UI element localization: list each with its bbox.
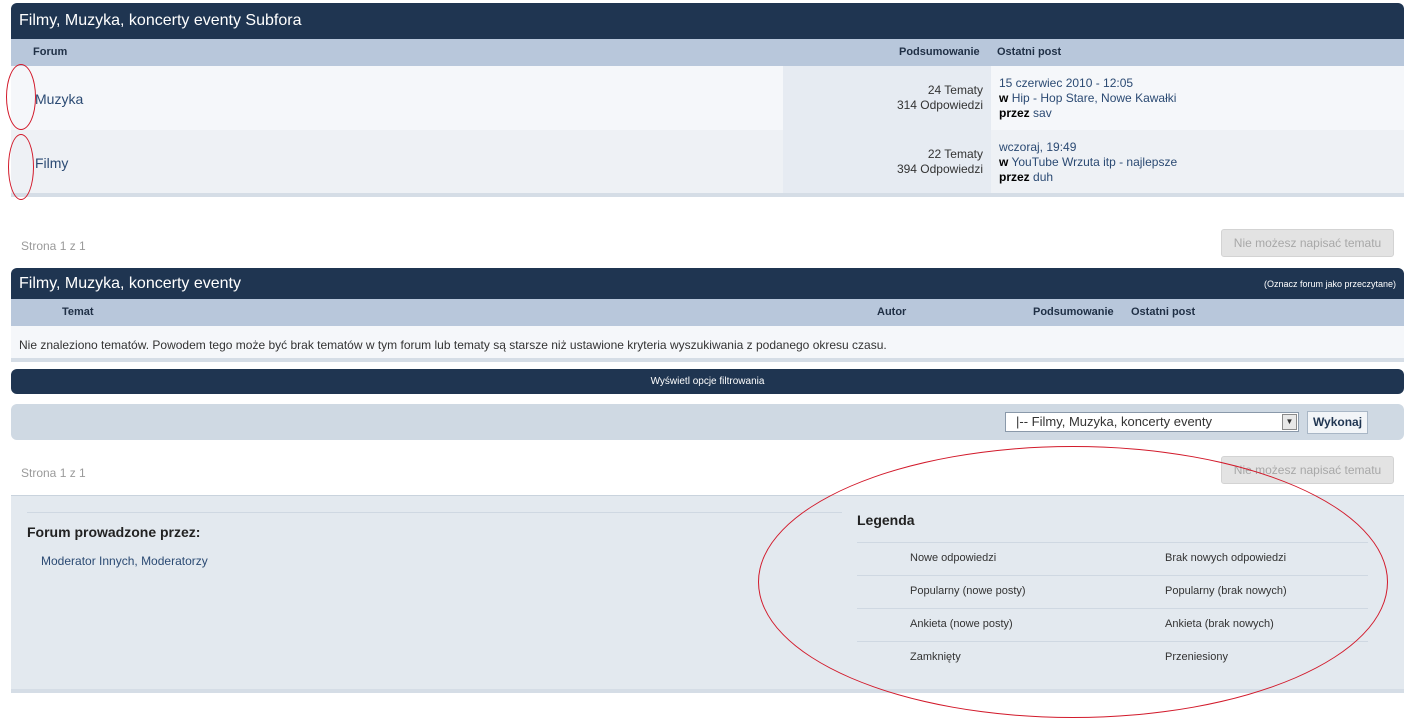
last-post-topic[interactable]: YouTube Wrzuta itp - najlepsze xyxy=(1011,155,1177,169)
last-post-date[interactable]: 15 czerwiec 2010 - 12:05 xyxy=(999,76,1176,91)
legend-row: Zamknięty Przeniesiony xyxy=(857,641,1368,675)
legend-row: Nowe odpowiedzi Brak nowych odpowiedzi xyxy=(857,542,1368,576)
forum-row: Filmy 22 Tematy 394 Odpowiedzi wczoraj, … xyxy=(11,130,1404,194)
legend-item: Zamknięty xyxy=(910,651,961,663)
subforums-header-row: Forum Podsumowanie Ostatni post xyxy=(11,39,1404,66)
header-last-post: Ostatni post xyxy=(1131,306,1196,318)
header-summary: Podsumowanie xyxy=(1033,306,1114,318)
new-topic-button-disabled-bottom[interactable]: Nie możesz napisać tematu xyxy=(1221,456,1394,484)
legend-heading: Legenda xyxy=(857,512,915,528)
chevron-down-icon[interactable]: ▼ xyxy=(1282,414,1297,430)
legend-item: Nowe odpowiedzi xyxy=(910,552,997,564)
subforums-title: Filmy, Muzyka, koncerty eventy Subfora xyxy=(19,12,302,29)
topics-title: Filmy, Muzyka, koncerty eventy xyxy=(19,275,241,292)
legend-item: Ankieta (brak nowych) xyxy=(1165,618,1274,630)
subforums-titlebar: Filmy, Muzyka, koncerty eventy Subfora xyxy=(11,3,1404,39)
moderator-link[interactable]: Moderator Innych, xyxy=(41,554,138,568)
forum-jump-bar: |-- Filmy, Muzyka, koncerty eventy ▼ Wyk… xyxy=(11,404,1404,440)
topics-bottom-border xyxy=(11,358,1404,362)
forum-row: Muzyka 24 Tematy 314 Odpowiedzi 15 czerw… xyxy=(11,66,1404,130)
last-post-author[interactable]: sav xyxy=(1033,106,1052,120)
legend-item: Popularny (nowe posty) xyxy=(910,585,1026,597)
moderators-heading: Forum prowadzone przez: xyxy=(27,524,201,540)
topics-empty-row: Nie znaleziono tematów. Powodem tego moż… xyxy=(11,326,1404,358)
replies-count: 394 Odpowiedzi xyxy=(896,162,983,176)
pagination-bottom: Strona 1 z 1 xyxy=(21,466,86,480)
legend-item: Brak nowych odpowiedzi xyxy=(1165,552,1287,564)
legend-item: Popularny (brak nowych) xyxy=(1165,585,1287,597)
forum-jump-selected: |-- Filmy, Muzyka, koncerty eventy xyxy=(1016,414,1213,429)
mark-forum-read-link[interactable]: (Oznacz forum jako przeczytane) xyxy=(1264,279,1396,289)
last-post-topic[interactable]: Hip - Hop Stare, Nowe Kawałki xyxy=(1012,91,1177,105)
last-post-author[interactable]: duh xyxy=(1033,170,1053,184)
new-topic-button-disabled[interactable]: Nie możesz napisać tematu xyxy=(1221,229,1394,257)
pagination-top: Strona 1 z 1 xyxy=(21,239,86,253)
legend-row: Ankieta (nowe posty) Ankieta (brak nowyc… xyxy=(857,608,1368,642)
topics-count: 24 Tematy xyxy=(927,83,983,97)
legend-item: Przeniesiony xyxy=(1165,651,1228,663)
empty-message: Nie znaleziono tematów. Powodem tego moż… xyxy=(19,338,887,352)
moderators-list: Moderator Innych, Moderatorzy xyxy=(41,554,208,568)
panel-bottom-border xyxy=(11,689,1404,693)
topics-titlebar: Filmy, Muzyka, koncerty eventy (Oznacz f… xyxy=(11,268,1404,299)
legend-item: Ankieta (nowe posty) xyxy=(910,618,1013,630)
moderator-link[interactable]: Moderatorzy xyxy=(141,554,208,568)
last-post-date[interactable]: wczoraj, 19:49 xyxy=(999,140,1177,155)
header-topic: Temat xyxy=(62,306,94,318)
panel-divider xyxy=(27,512,842,513)
header-forum: Forum xyxy=(33,46,68,58)
header-author: Autor xyxy=(877,306,907,318)
by-label: przez xyxy=(999,170,1030,184)
in-label: w xyxy=(999,155,1009,169)
forum-link-filmy[interactable]: Filmy xyxy=(35,155,68,171)
forum-info-panel: Forum prowadzone przez: Moderator Innych… xyxy=(11,495,1404,691)
topics-header-row: Temat Autor Podsumowanie Ostatni post xyxy=(11,299,1404,326)
replies-count: 314 Odpowiedzi xyxy=(896,98,983,112)
header-summary: Podsumowanie xyxy=(899,46,980,58)
subforums-bottom-border xyxy=(11,193,1404,197)
header-last-post: Ostatni post xyxy=(997,46,1062,58)
legend-row: Popularny (nowe posty) Popularny (brak n… xyxy=(857,575,1368,609)
topics-count: 22 Tematy xyxy=(927,147,983,161)
by-label: przez xyxy=(999,106,1030,120)
go-button[interactable]: Wykonaj xyxy=(1307,411,1368,434)
forum-jump-select[interactable]: |-- Filmy, Muzyka, koncerty eventy ▼ xyxy=(1005,412,1299,432)
show-filter-options-bar[interactable]: Wyświetl opcje filtrowania xyxy=(11,369,1404,394)
forum-link-muzyka[interactable]: Muzyka xyxy=(35,91,83,107)
in-label: w xyxy=(999,91,1009,105)
